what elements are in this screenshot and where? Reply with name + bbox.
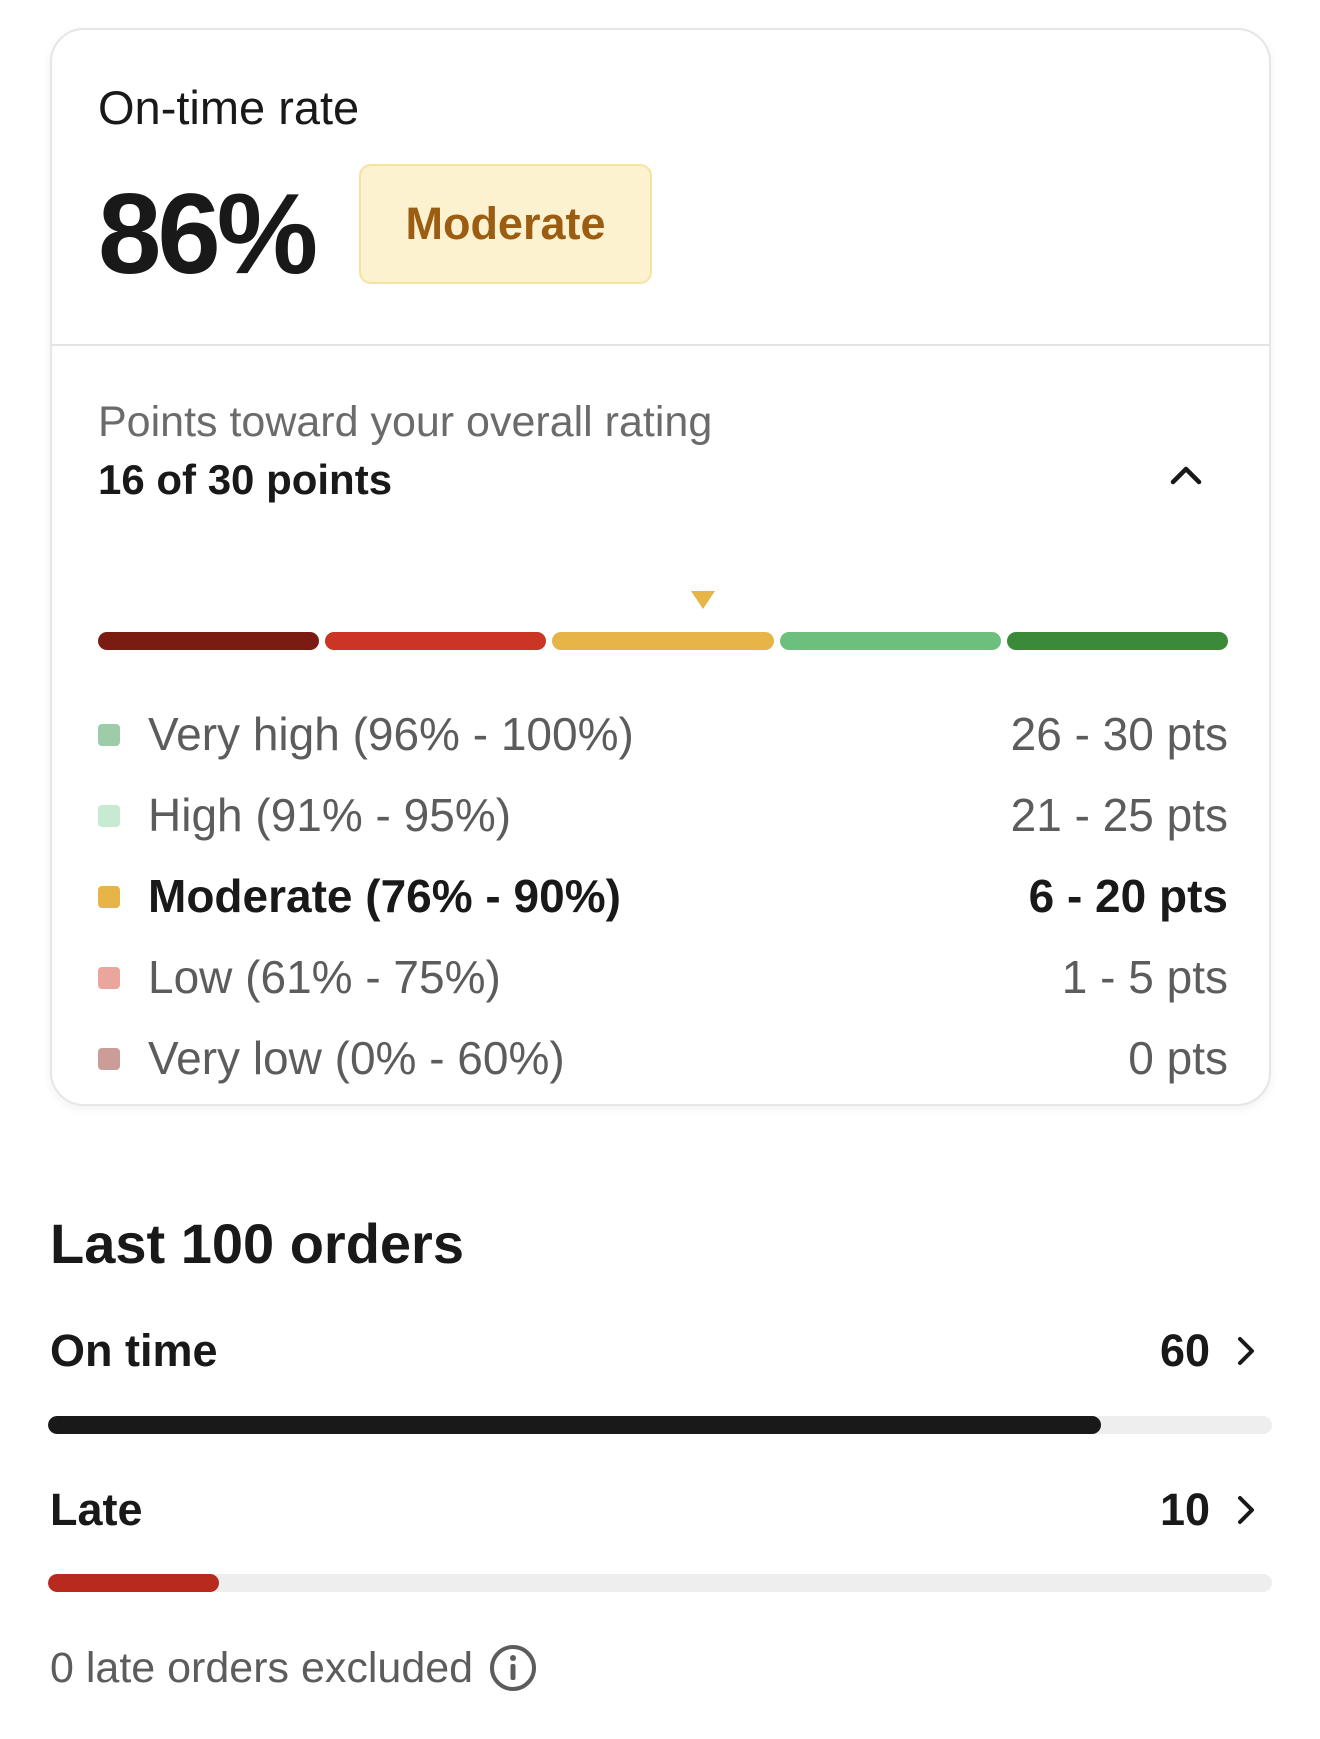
legend-swatch [98,886,120,908]
legend-label: Moderate (76% - 90%) [148,870,621,922]
legend-swatch [98,805,120,827]
legend-label: High (91% - 95%) [148,789,512,841]
current-position-marker-icon [690,591,715,609]
divider [52,344,1269,346]
legend-row: Low (61% - 75%) 1 - 5 pts [98,945,1228,1026]
legend-label: Low (61% - 75%) [148,951,501,1003]
legend-row: High (91% - 95%) 21 - 25 pts [98,783,1228,864]
on-time-progress-bar [48,1416,1272,1434]
rate-value: 86% [98,171,318,298]
rating-scale-segment [1006,632,1228,650]
last-orders-title: Last 100 orders [50,1212,464,1275]
legend-swatch [98,1048,120,1070]
order-row-count: 60 [1159,1325,1210,1376]
legend-swatch [98,724,120,746]
legend-row: Very high (96% - 100%) 26 - 30 pts [98,702,1228,783]
on-time-progress-fill [48,1416,1101,1434]
chevron-right-icon [1238,1496,1254,1524]
chevron-right-icon [1238,1337,1254,1365]
on-time-orders-row[interactable]: On time 60 [50,1316,1272,1386]
order-row-label: Late [50,1484,143,1535]
excluded-note: 0 late orders excluded [50,1636,537,1700]
on-time-rate-card: On-time rate 86% Moderate Points toward … [50,28,1271,1106]
legend-points: 1 - 5 pts [1061,951,1228,1003]
rate-summary: On-time rate 86% Moderate [52,30,1269,346]
legend-row: Very low (0% - 60%) 0 pts [98,1026,1228,1107]
excluded-text: 0 late orders excluded [50,1643,474,1692]
legend-swatch [98,967,120,989]
collapse-button[interactable] [1158,447,1214,503]
points-label: Points toward your overall rating [98,398,713,446]
info-icon[interactable] [489,1644,537,1692]
rate-status-badge: Moderate [359,164,652,284]
points-value: 16 of 30 points [98,456,393,503]
order-row-count: 10 [1159,1484,1210,1535]
late-progress-bar [48,1574,1272,1592]
rating-legend: Very high (96% - 100%) 26 - 30 pts High (9… [98,702,1228,1107]
late-orders-row[interactable]: Late 10 [50,1475,1272,1545]
legend-row: Moderate (76% - 90%) 6 - 20 pts [98,864,1228,945]
legend-points: 21 - 25 pts [1010,789,1228,841]
legend-label: Very low (0% - 60%) [148,1032,565,1084]
rating-scale-segment [98,632,320,650]
order-row-label: On time [50,1325,218,1376]
chevron-up-icon [1170,466,1202,485]
rating-scale [98,590,1228,650]
legend-label: Very high (96% - 100%) [148,708,634,760]
rating-scale-segment [779,632,1001,650]
rating-scale-segment [552,632,774,650]
rating-scale-segment [325,632,547,650]
rate-title: On-time rate [98,81,360,134]
legend-points: 0 pts [1128,1032,1228,1084]
legend-points: 6 - 20 pts [1028,870,1228,922]
legend-points: 26 - 30 pts [1010,708,1228,760]
late-progress-fill [48,1574,220,1592]
